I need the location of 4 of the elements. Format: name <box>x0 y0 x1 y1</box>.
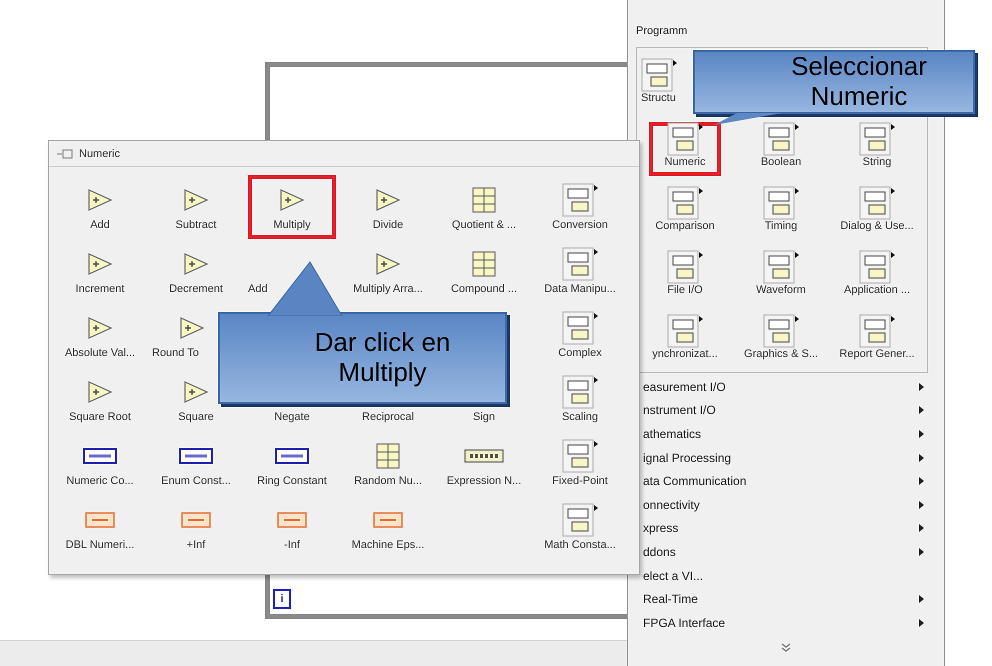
callout-tooltip: Dar click en Multiply <box>218 312 507 404</box>
iteration-terminal: i <box>273 589 291 609</box>
callout-tooltip: Seleccionar Numeric <box>693 50 975 114</box>
palette-title: Numeric <box>79 148 120 160</box>
